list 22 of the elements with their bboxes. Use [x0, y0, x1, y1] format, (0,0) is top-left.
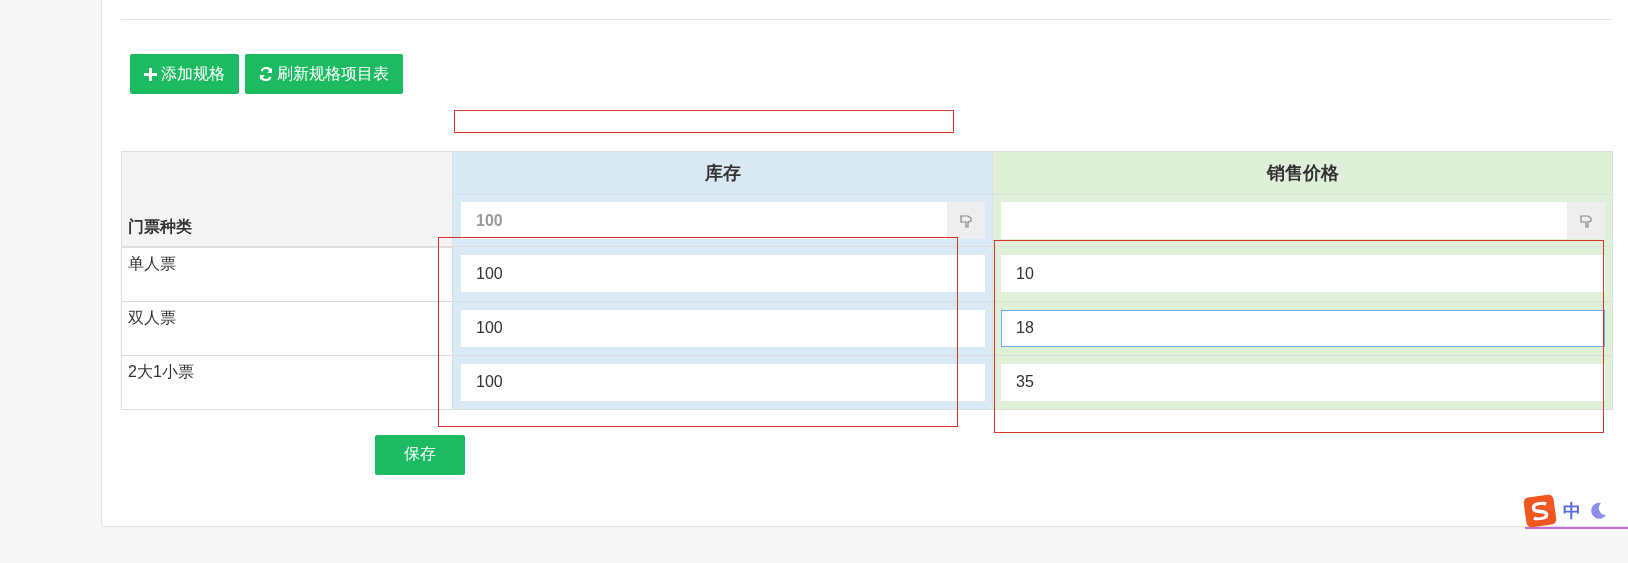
table-cell: 双人票 [121, 301, 453, 355]
input-field[interactable]: 100 [461, 309, 985, 347]
input-field[interactable]: 10 [1001, 255, 1605, 293]
batch-fill-field[interactable]: 100 [461, 202, 947, 239]
input-field[interactable]: 18 [1001, 309, 1605, 347]
moon-icon[interactable] [1589, 502, 1607, 520]
input-field[interactable]: 100 [461, 363, 985, 401]
hand-icon [1578, 212, 1594, 229]
batch-fill-button[interactable] [1567, 202, 1605, 239]
plus-icon [144, 67, 157, 81]
column-header: 库存 [452, 151, 993, 195]
table-cell: 单人票 [121, 246, 453, 301]
batch-fill-field[interactable] [1001, 202, 1567, 239]
column-header: 门票种类 [121, 151, 453, 247]
input-field[interactable]: 100 [461, 255, 985, 293]
input-field[interactable]: 35 [1001, 363, 1605, 401]
hand-icon [958, 212, 974, 229]
column-header: 销售价格 [992, 151, 1613, 195]
batch-fill-button[interactable] [947, 202, 985, 239]
ime-mode-label[interactable]: 中 [1563, 499, 1581, 523]
refresh-icon [259, 67, 273, 81]
table-cell: 2大1小票 [121, 355, 453, 409]
